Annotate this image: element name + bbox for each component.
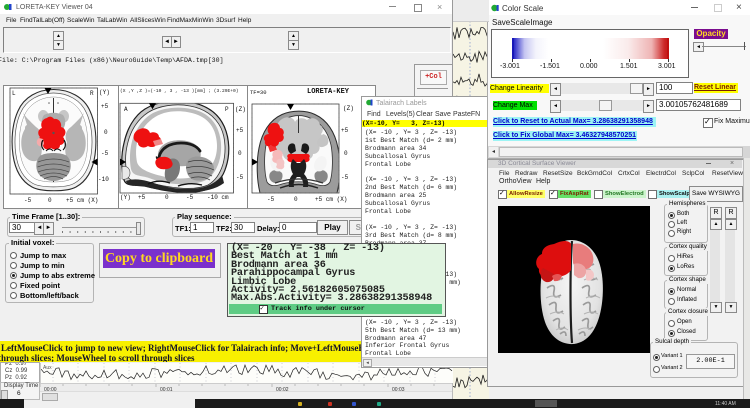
svg-text:0: 0 bbox=[104, 129, 108, 136]
svg-text:0: 0 bbox=[344, 150, 348, 157]
svg-text:(Z): (Z) bbox=[235, 106, 246, 113]
svg-text:Aux: Aux bbox=[43, 365, 52, 371]
svg-text:R: R bbox=[90, 90, 94, 97]
svg-text:-10: -10 bbox=[98, 176, 109, 183]
svg-text:(Y): (Y) bbox=[120, 194, 131, 201]
svg-text:0: 0 bbox=[238, 150, 242, 157]
svg-text:-10 cm: -10 cm bbox=[207, 194, 229, 201]
svg-text:(Z): (Z) bbox=[343, 105, 354, 112]
svg-text:+5 cm (X): +5 cm (X) bbox=[315, 196, 347, 203]
svg-text:0: 0 bbox=[165, 194, 169, 201]
svg-text:-5: -5 bbox=[24, 197, 32, 204]
svg-text:+5: +5 bbox=[341, 127, 349, 134]
svg-text:0: 0 bbox=[294, 196, 298, 203]
svg-text:P: P bbox=[225, 106, 229, 113]
svg-text:-5: -5 bbox=[186, 194, 194, 201]
svg-text:A: A bbox=[124, 106, 128, 113]
svg-text:L: L bbox=[12, 90, 16, 97]
svg-text:0: 0 bbox=[48, 197, 52, 204]
svg-text:-5: -5 bbox=[101, 150, 109, 157]
svg-text:-5: -5 bbox=[267, 196, 275, 203]
svg-text:+5: +5 bbox=[236, 127, 244, 134]
svg-text:-5: -5 bbox=[341, 174, 349, 181]
svg-text:+5: +5 bbox=[101, 103, 109, 110]
svg-text:+5: +5 bbox=[138, 194, 146, 201]
svg-text:+5 cm (X): +5 cm (X) bbox=[66, 197, 98, 204]
svg-text:(Y): (Y) bbox=[99, 89, 110, 96]
svg-text:-5: -5 bbox=[236, 174, 244, 181]
